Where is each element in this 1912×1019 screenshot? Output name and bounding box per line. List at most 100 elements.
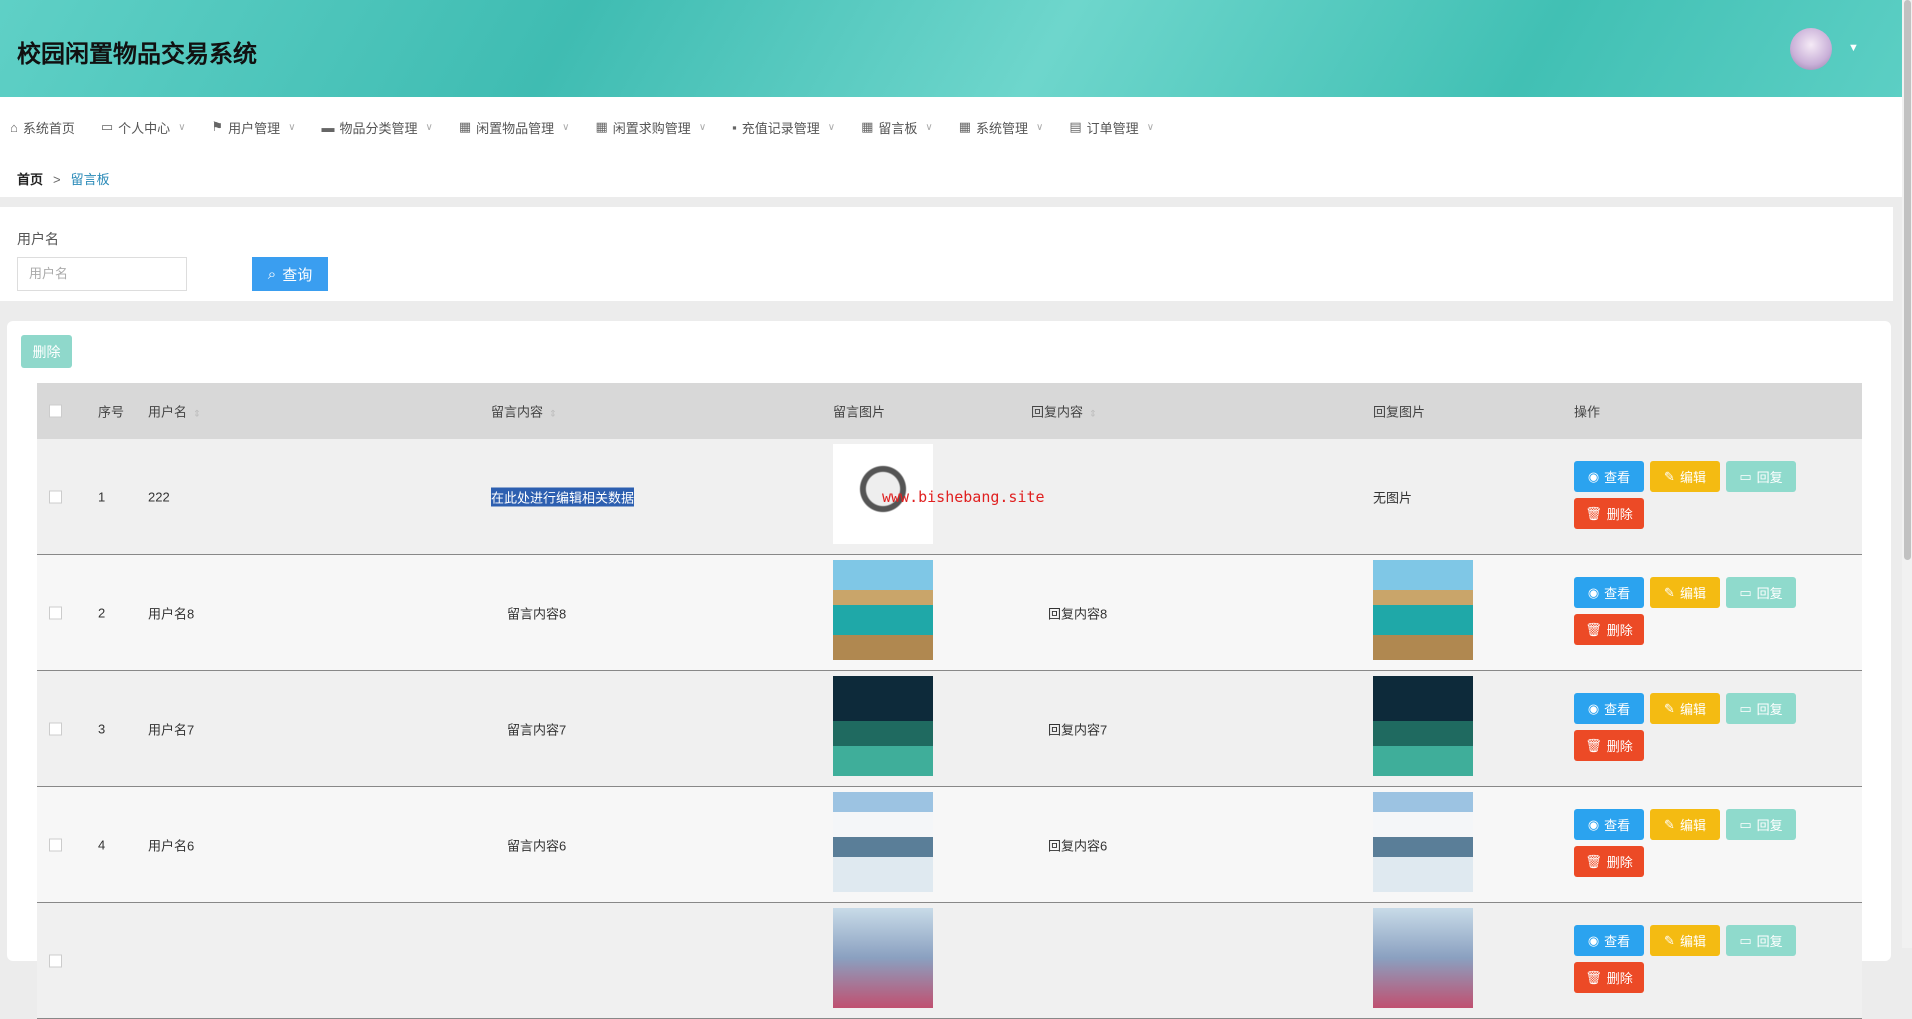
reply-button[interactable]: ▭ 回复 bbox=[1726, 809, 1796, 840]
delete-button[interactable]: 🗑 删除 bbox=[1574, 498, 1644, 529]
view-label: 查看 bbox=[1604, 586, 1631, 601]
grid-icon: ▦ bbox=[861, 119, 874, 134]
edit-button[interactable]: ✎ 编辑 bbox=[1650, 461, 1720, 492]
reply-image[interactable] bbox=[1373, 560, 1473, 660]
nav-item-label: 个人中心 bbox=[118, 120, 171, 136]
nav-item[interactable]: ▦ 系统管理 ∨ bbox=[959, 118, 1044, 137]
message-content: 留言内容8 bbox=[507, 606, 567, 621]
delete-button[interactable]: 🗑 删除 bbox=[1574, 846, 1644, 877]
sort-icon[interactable]: ⇕ bbox=[193, 409, 201, 419]
nav-item[interactable]: ⌂ 系统首页 bbox=[10, 118, 75, 137]
view-button[interactable]: ◉ 查看 bbox=[1574, 577, 1644, 608]
header-reply[interactable]: 回复内容 ⇕ bbox=[1031, 402, 1097, 421]
nav-item[interactable]: ▦ 闲置求购管理 ∨ bbox=[596, 118, 707, 137]
avatar[interactable] bbox=[1790, 28, 1832, 70]
breadcrumb-home[interactable]: 首页 bbox=[17, 172, 43, 187]
edit-button[interactable]: ✎ 编辑 bbox=[1650, 809, 1720, 840]
reply-image[interactable] bbox=[1373, 908, 1473, 1008]
page-scrollbar[interactable] bbox=[1902, 0, 1912, 948]
delete-label: 删除 bbox=[1606, 855, 1633, 870]
delete-label: 删除 bbox=[1606, 971, 1633, 986]
sort-icon[interactable]: ⇕ bbox=[1089, 409, 1097, 419]
view-button[interactable]: ◉ 查看 bbox=[1574, 925, 1644, 956]
comment-icon: ▭ bbox=[1739, 816, 1752, 832]
reply-button[interactable]: ▭ 回复 bbox=[1726, 461, 1796, 492]
grid-icon: ▦ bbox=[958, 119, 972, 134]
header-image: 留言图片 bbox=[833, 404, 886, 420]
nav-item-label: 留言板 bbox=[878, 120, 918, 136]
username-search-input[interactable]: 用户名 bbox=[17, 257, 187, 291]
edit-button[interactable]: ✎ 编辑 bbox=[1650, 925, 1720, 956]
row-checkbox[interactable] bbox=[49, 722, 62, 735]
caret-down-icon[interactable]: ▼ bbox=[1848, 42, 1859, 54]
delete-button[interactable]: 🗑 删除 bbox=[1574, 614, 1644, 645]
row-checkbox[interactable] bbox=[49, 954, 62, 967]
view-button[interactable]: ◉ 查看 bbox=[1574, 693, 1644, 724]
reply-label: 回复 bbox=[1756, 586, 1783, 601]
view-label: 查看 bbox=[1604, 818, 1631, 833]
delete-label: 删除 bbox=[1606, 739, 1633, 754]
nav-item[interactable]: ▤ 订单管理 ∨ bbox=[1069, 118, 1154, 137]
header-reply-image: 回复图片 bbox=[1373, 404, 1426, 420]
view-button[interactable]: ◉ 查看 bbox=[1574, 809, 1644, 840]
delete-button[interactable]: 🗑 删除 bbox=[1574, 730, 1644, 761]
table-card: 删除 序号 用户名 ⇕ 留言内容 ⇕ 留言图片 回复内容 ⇕ 回复图片 操作 1 22… bbox=[7, 321, 1891, 1019]
chevron-down-icon: ∨ bbox=[562, 121, 570, 133]
view-button[interactable]: ◉ 查看 bbox=[1574, 461, 1644, 492]
row-checkbox[interactable] bbox=[49, 838, 62, 851]
reply-image[interactable] bbox=[1373, 792, 1473, 892]
nav-item-label: 用户管理 bbox=[228, 120, 281, 136]
eye-icon: ◉ bbox=[1587, 584, 1600, 600]
select-all-checkbox[interactable] bbox=[49, 404, 62, 418]
trash-icon: 🗑 bbox=[1585, 505, 1602, 521]
reply-button[interactable]: ▭ 回复 bbox=[1726, 577, 1796, 608]
reply-label: 回复 bbox=[1756, 934, 1783, 949]
search-button[interactable]: ⌕ 查询 bbox=[252, 257, 328, 291]
message-image[interactable] bbox=[833, 792, 933, 892]
search-panel: 用户名 用户名 ⌕ 查询 bbox=[0, 207, 1893, 301]
edit-button[interactable]: ✎ 编辑 bbox=[1650, 577, 1720, 608]
search-button-label: 查询 bbox=[282, 266, 313, 284]
table-row: 2 用户名8 留言内容8 回复内容8 ◉ 查看 ✎ 编辑 ▭ 回复 🗑 删除 bbox=[37, 555, 1862, 671]
view-label: 查看 bbox=[1604, 702, 1631, 717]
chevron-down-icon: ∨ bbox=[1146, 121, 1155, 133]
message-image[interactable] bbox=[833, 908, 933, 1008]
scrollbar-thumb[interactable] bbox=[1904, 0, 1911, 560]
batch-delete-button[interactable]: 删除 bbox=[21, 335, 72, 368]
sort-icon[interactable]: ⇕ bbox=[549, 409, 557, 419]
row-checkbox[interactable] bbox=[49, 606, 62, 619]
header: 校园闲置物品交易系统 ▼ bbox=[0, 0, 1902, 97]
message-image[interactable] bbox=[833, 676, 933, 776]
message-icon: ▪ bbox=[732, 119, 737, 135]
header-actions: 操作 bbox=[1574, 404, 1601, 420]
header-content[interactable]: 留言内容 ⇕ bbox=[491, 402, 557, 421]
view-label: 查看 bbox=[1604, 470, 1631, 485]
comment-icon: ▭ bbox=[1739, 700, 1752, 716]
edit-label: 编辑 bbox=[1679, 702, 1706, 717]
reply-button[interactable]: ▭ 回复 bbox=[1726, 925, 1796, 956]
message-image[interactable] bbox=[833, 560, 933, 660]
nav-item-label: 物品分类管理 bbox=[339, 120, 418, 136]
nav-item[interactable]: ▪ 充值记录管理 ∨ bbox=[732, 118, 835, 137]
row-username: 用户名6 bbox=[148, 838, 195, 853]
grid-icon: ▦ bbox=[595, 119, 608, 134]
reply-button[interactable]: ▭ 回复 bbox=[1726, 693, 1796, 724]
nav-item[interactable]: ⚑ 用户管理 ∨ bbox=[212, 118, 296, 137]
reply-content: 回复内容6 bbox=[1048, 838, 1108, 853]
nav-item-label: 闲置求购管理 bbox=[612, 120, 691, 136]
reply-label: 回复 bbox=[1756, 702, 1783, 717]
reply-image[interactable] bbox=[1373, 676, 1473, 776]
nav-item-label: 订单管理 bbox=[1086, 120, 1139, 136]
nav-item[interactable]: ▭ 个人中心 ∨ bbox=[101, 118, 186, 137]
table-row: 1 222 在此处进行编辑相关数据 www.bishebang.site 无图片 … bbox=[37, 439, 1862, 555]
row-checkbox[interactable] bbox=[49, 490, 62, 503]
delete-button[interactable]: 🗑 删除 bbox=[1574, 962, 1644, 993]
header-username[interactable]: 用户名 ⇕ bbox=[148, 402, 201, 421]
header-content-label: 留言内容 bbox=[491, 404, 544, 420]
view-label: 查看 bbox=[1604, 934, 1631, 949]
nav-item[interactable]: ▦ 闲置物品管理 ∨ bbox=[459, 118, 570, 137]
edit-label: 编辑 bbox=[1679, 934, 1706, 949]
nav-item[interactable]: ▦ 留言板 ∨ bbox=[861, 118, 933, 137]
nav-item[interactable]: ▬ 物品分类管理 ∨ bbox=[322, 118, 433, 137]
edit-button[interactable]: ✎ 编辑 bbox=[1650, 693, 1720, 724]
